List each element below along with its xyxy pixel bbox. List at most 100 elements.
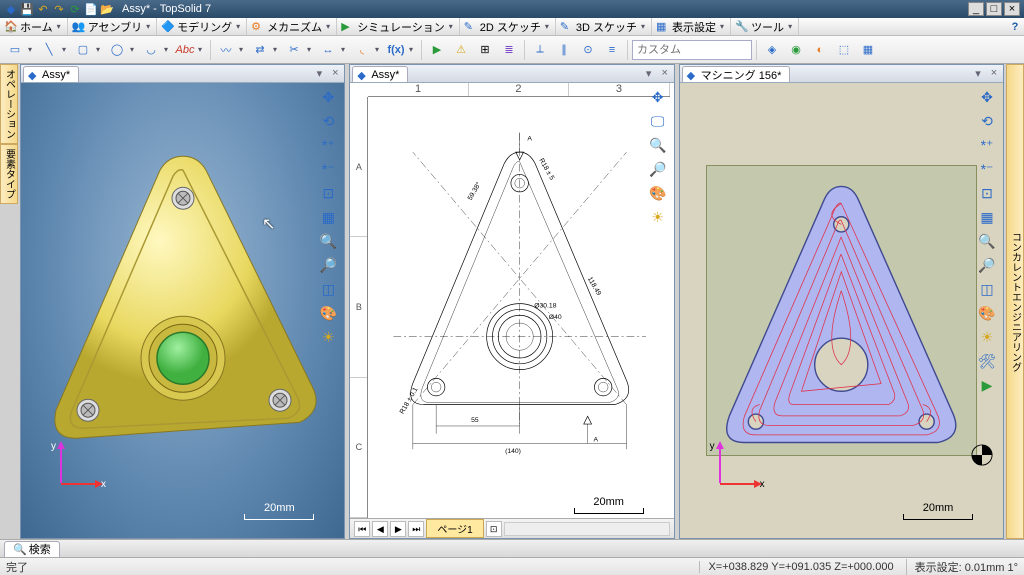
display-mode-icon[interactable]: ▦ [318, 207, 338, 227]
circle-tool-icon[interactable]: ◯ [106, 39, 128, 61]
maximize-button[interactable]: □ [986, 2, 1002, 16]
move-icon[interactable]: ✥ [648, 87, 668, 107]
view5-icon[interactable]: ▦ [857, 39, 879, 61]
select-tool-icon[interactable]: ▭ [4, 39, 26, 61]
tab-close-icon[interactable]: × [328, 67, 342, 81]
doc-tab-assy-3d[interactable]: ◆Assy* [23, 66, 79, 82]
refresh-icon[interactable]: ⟳ [68, 2, 82, 16]
close-button[interactable]: × [1004, 2, 1020, 16]
palette-icon[interactable]: 🎨 [648, 183, 668, 203]
bottom-tab-search[interactable]: 🔍検索 [4, 541, 60, 557]
page-tab[interactable]: ページ1 [426, 519, 483, 538]
magnify-icon[interactable]: 🔍 [977, 231, 997, 251]
open-icon[interactable]: 📂 [100, 2, 114, 16]
view2-icon[interactable]: ◉ [785, 39, 807, 61]
cam-toolbar: ✥ ⟲ *⁺ *⁻ ⊡ ▦ 🔍 🔎 ◫ 🎨 ☀ 🛠 ▶ [977, 87, 999, 395]
rotate-icon[interactable]: ⟲ [977, 111, 997, 131]
fx-tool-icon[interactable]: f(x) [385, 39, 407, 61]
iso-view-icon[interactable]: ◫ [977, 279, 997, 299]
tab-close-icon[interactable]: × [987, 67, 1001, 81]
vtab-element-types[interactable]: 要素タイプ [0, 144, 18, 204]
move-icon[interactable]: ✥ [318, 87, 338, 107]
undo-icon[interactable]: ↶ [36, 2, 50, 16]
extend-tool-icon[interactable]: ↔ [317, 39, 339, 61]
view4-icon[interactable]: ⬚ [833, 39, 855, 61]
menu-home[interactable]: 🏠ホーム▾ [0, 18, 68, 35]
simulate-icon[interactable]: ▶ [977, 375, 997, 395]
menu-display[interactable]: ▦表示設定▾ [652, 18, 731, 35]
move-icon[interactable]: ✥ [977, 87, 997, 107]
zoom-fit-button[interactable]: ⊡ [486, 521, 502, 537]
tool-icon[interactable]: 🛠 [977, 351, 997, 371]
constraint2-icon[interactable]: ∥ [553, 39, 575, 61]
constraint1-icon[interactable]: ⟂ [529, 39, 551, 61]
viewport-3d[interactable]: ↖ xy 20mm ✥ ⟲ *⁺ *⁻ ⊡ ▦ 🔍 [21, 83, 344, 538]
save-icon[interactable]: 💾 [20, 2, 34, 16]
view1-icon[interactable]: ◈ [761, 39, 783, 61]
zoom-out-icon[interactable]: *⁻ [318, 159, 338, 179]
constraint4-icon[interactable]: ≡ [601, 39, 623, 61]
doc-tab-assy-drw[interactable]: ◆Assy* [352, 66, 408, 82]
tab-menu-icon[interactable]: ▾ [312, 67, 326, 81]
magnify-icon[interactable]: 🔍 [648, 135, 668, 155]
custom-search-input[interactable] [632, 40, 752, 60]
zoom-in-icon[interactable]: *⁺ [318, 135, 338, 155]
zoom-in-icon[interactable]: *⁺ [977, 135, 997, 155]
screen-icon[interactable]: 🖵 [648, 111, 668, 131]
line-tool-icon[interactable]: ╲ [38, 39, 60, 61]
doc-tab-machining[interactable]: ◆マシニング 156* [682, 66, 791, 82]
zoom-window-icon[interactable]: 🔎 [318, 255, 338, 275]
offset-tool-icon[interactable]: ⇄ [249, 39, 271, 61]
menu-2d-sketch[interactable]: ✎2D スケッチ▾ [460, 18, 556, 35]
menu-simulation[interactable]: ▶シミュレーション▾ [337, 18, 460, 35]
arc-tool-icon[interactable]: ◡ [140, 39, 162, 61]
play-icon[interactable]: ▶ [426, 39, 448, 61]
viewport-cam[interactable]: xy 20mm ✥ ⟲ *⁺ *⁻ ⊡ ▦ 🔍 🔎 ◫ 🎨 ☀ [680, 83, 1003, 538]
sun-icon[interactable]: ☀ [648, 207, 668, 227]
palette-icon[interactable]: 🎨 [977, 303, 997, 323]
tab-menu-icon[interactable]: ▾ [642, 67, 656, 81]
zoom-window-icon[interactable]: 🔎 [977, 255, 997, 275]
grid-icon[interactable]: ⊞ [474, 39, 496, 61]
sun-icon[interactable]: ☀ [977, 327, 997, 347]
rect-tool-icon[interactable]: ▢ [72, 39, 94, 61]
palette-icon[interactable]: 🎨 [318, 303, 338, 323]
zoom-window-icon[interactable]: 🔎 [648, 159, 668, 179]
doc-icon[interactable]: 📄 [84, 2, 98, 16]
last-page-button[interactable]: ⏭ [408, 521, 424, 537]
redo-icon[interactable]: ↷ [52, 2, 66, 16]
view3-icon[interactable]: ◐ [809, 39, 831, 61]
trim-tool-icon[interactable]: ✂ [283, 39, 305, 61]
menu-mechanism[interactable]: ⚙メカニズム▾ [247, 18, 337, 35]
display-mode-icon[interactable]: ▦ [977, 207, 997, 227]
curve-tool-icon[interactable]: 〰 [215, 39, 237, 61]
fit-icon[interactable]: ⊡ [977, 183, 997, 203]
prev-page-button[interactable]: ◀ [372, 521, 388, 537]
menu-assembly[interactable]: 👥アセンブリ▾ [68, 18, 157, 35]
title-bar: ◆ 💾 ↶ ↷ ⟳ 📄 📂 Assy* - TopSolid 7 _ □ × [0, 0, 1024, 18]
iso-view-icon[interactable]: ◫ [318, 279, 338, 299]
menu-tools[interactable]: 🔧ツール▾ [731, 18, 799, 35]
warn-icon[interactable]: ⚠ [450, 39, 472, 61]
fit-icon[interactable]: ⊡ [318, 183, 338, 203]
viewport-drawing[interactable]: 123 ABC [350, 83, 673, 538]
zoom-out-icon[interactable]: *⁻ [977, 159, 997, 179]
menu-3d-sketch[interactable]: ✎3D スケッチ▾ [556, 18, 652, 35]
first-page-button[interactable]: ⏮ [354, 521, 370, 537]
next-page-button[interactable]: ▶ [390, 521, 406, 537]
sun-icon[interactable]: ☀ [318, 327, 338, 347]
text-tool-icon[interactable]: Abc [174, 39, 196, 61]
menu-modeling[interactable]: 🔷モデリング▾ [157, 18, 247, 35]
vtab-concurrent-eng[interactable]: コンカレントエンジニアリング [1006, 64, 1024, 539]
help-button[interactable]: ? [1006, 18, 1024, 35]
tab-menu-icon[interactable]: ▾ [971, 67, 985, 81]
hscrollbar[interactable] [504, 522, 670, 536]
magnify-icon[interactable]: 🔍 [318, 231, 338, 251]
minimize-button[interactable]: _ [968, 2, 984, 16]
tab-close-icon[interactable]: × [658, 67, 672, 81]
vtab-operations[interactable]: オペレーション [0, 64, 18, 144]
rotate-icon[interactable]: ⟲ [318, 111, 338, 131]
constraint3-icon[interactable]: ⊙ [577, 39, 599, 61]
fillet-tool-icon[interactable]: ◟ [351, 39, 373, 61]
layer-icon[interactable]: ≣ [498, 39, 520, 61]
